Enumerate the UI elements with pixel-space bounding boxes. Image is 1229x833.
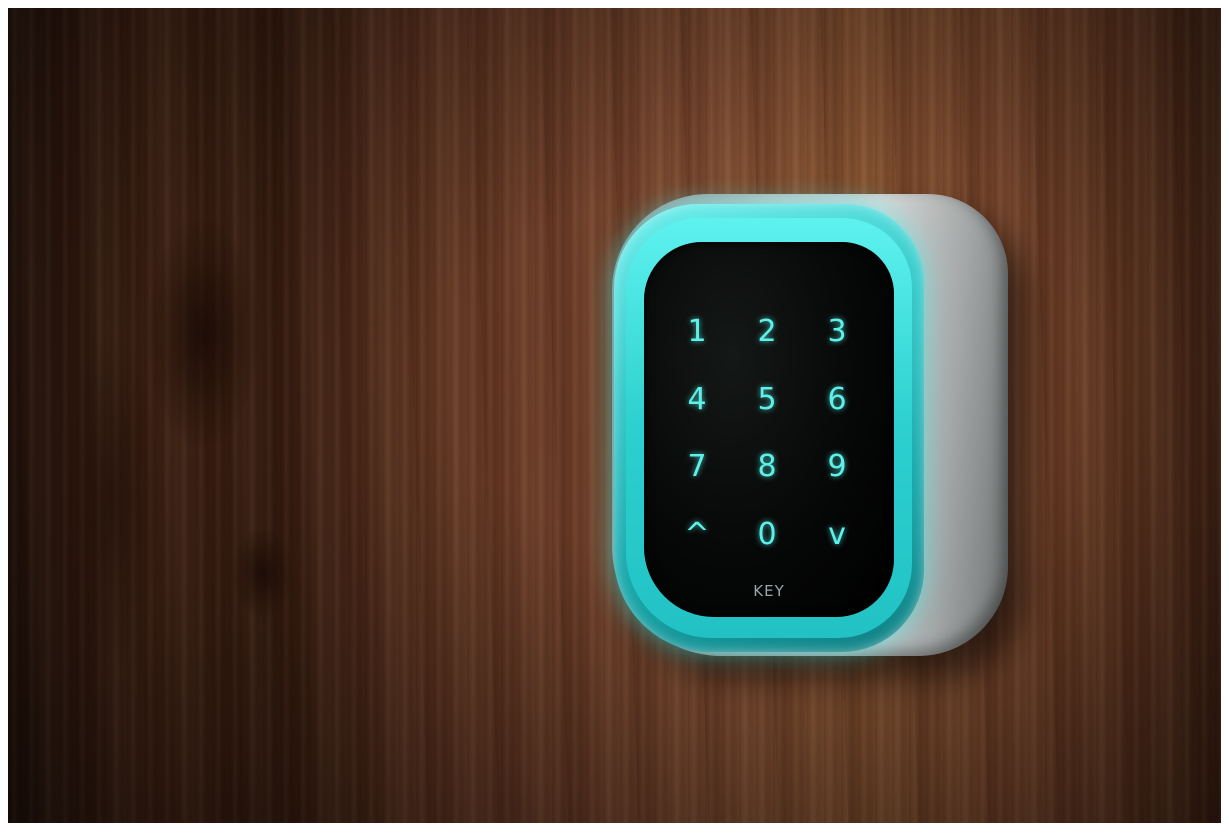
key-8[interactable]: 8 bbox=[732, 433, 802, 501]
keypad-grid: 1 2 3 4 5 6 7 8 9 ^ 0 v bbox=[662, 298, 872, 568]
wood-knot bbox=[148, 218, 258, 448]
key-up[interactable]: ^ bbox=[662, 501, 732, 569]
key-9[interactable]: 9 bbox=[802, 433, 872, 501]
key-0[interactable]: 0 bbox=[732, 501, 802, 569]
key-4[interactable]: 4 bbox=[662, 366, 732, 434]
key-5[interactable]: 5 bbox=[732, 366, 802, 434]
key-1[interactable]: 1 bbox=[662, 298, 732, 366]
wood-knot bbox=[233, 528, 293, 618]
keypad-screen: 1 2 3 4 5 6 7 8 9 ^ 0 v KEY bbox=[644, 242, 894, 617]
wood-knot bbox=[68, 338, 158, 658]
key-2[interactable]: 2 bbox=[732, 298, 802, 366]
key-6[interactable]: 6 bbox=[802, 366, 872, 434]
key-down[interactable]: v bbox=[802, 501, 872, 569]
illuminated-bezel: 1 2 3 4 5 6 7 8 9 ^ 0 v KEY bbox=[614, 204, 924, 652]
key-3[interactable]: 3 bbox=[802, 298, 872, 366]
keypad-lock-device: 1 2 3 4 5 6 7 8 9 ^ 0 v KEY bbox=[612, 194, 1008, 656]
brand-label: KEY bbox=[753, 582, 785, 600]
key-7[interactable]: 7 bbox=[662, 433, 732, 501]
photo-background: 1 2 3 4 5 6 7 8 9 ^ 0 v KEY bbox=[8, 8, 1221, 823]
